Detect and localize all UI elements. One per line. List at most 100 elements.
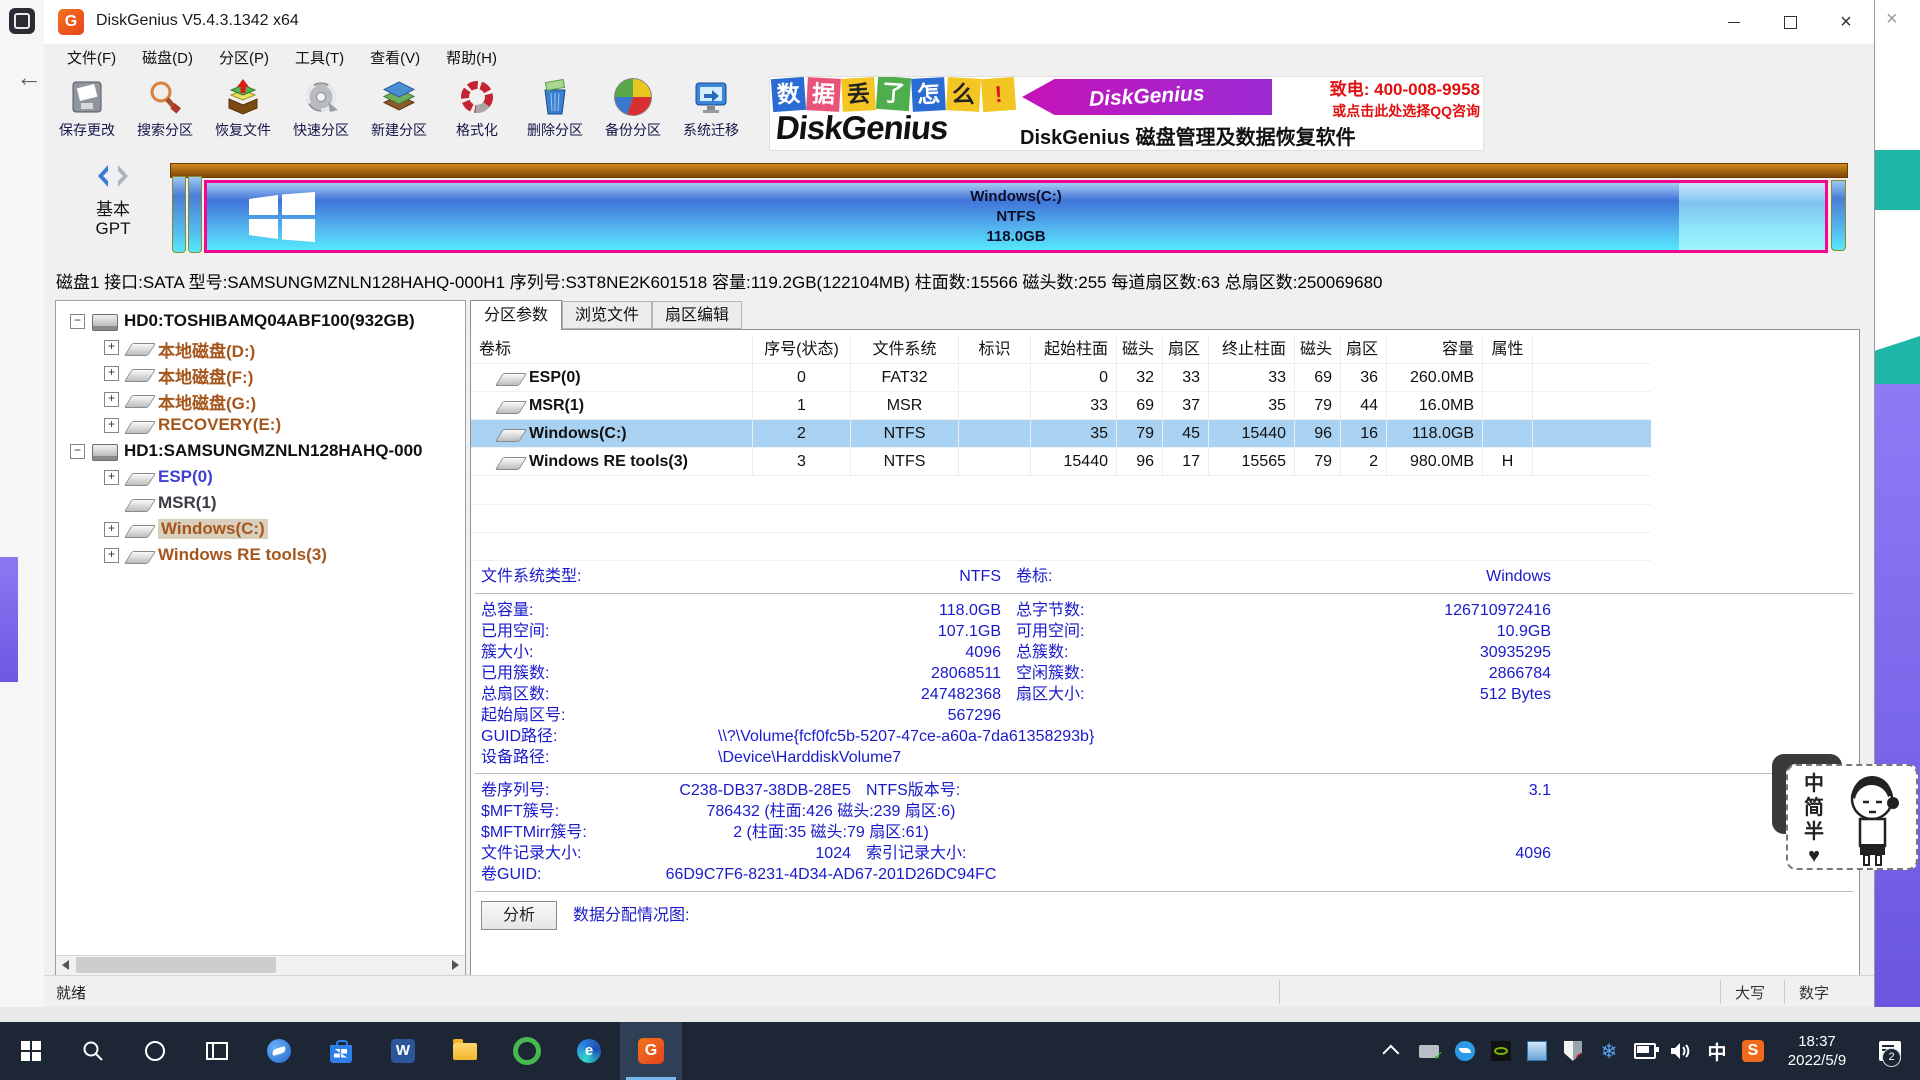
close-button[interactable]: ×	[1818, 0, 1874, 44]
tree-item-recovery-e[interactable]: + RECOVERY(E:)	[56, 413, 465, 439]
col-header[interactable]: 标识	[959, 336, 1031, 364]
ime-heart-icon[interactable]: ♥	[1802, 844, 1826, 868]
partition-block-windows-c[interactable]: Windows(C:) NTFS 118.0GB	[204, 180, 1828, 253]
menu-disk[interactable]: 磁盘(D)	[129, 44, 206, 74]
table-row-msr[interactable]: MSR(1) 1 MSR 33 69 37 35 79 44 16.0MB	[471, 392, 1651, 420]
expand-icon[interactable]: +	[104, 548, 119, 563]
tree-item-label[interactable]: Windows RE tools(3)	[158, 545, 327, 565]
partition-block-re-tools[interactable]	[1831, 180, 1846, 251]
tab-sector-edit[interactable]: 扇区编辑	[652, 301, 742, 329]
recover-files-button[interactable]: 恢复文件	[204, 74, 282, 150]
tree-item-label[interactable]: HD0:TOSHIBAMQ04ABF100(932GB)	[124, 311, 415, 331]
tray-freeze-tool[interactable]: ❄	[1598, 1022, 1620, 1080]
tree-horizontal-scrollbar[interactable]	[56, 955, 465, 975]
tree-item-windows-re[interactable]: + Windows RE tools(3)	[56, 543, 465, 569]
taskbar-search-button[interactable]	[62, 1022, 124, 1080]
ime-simplified-label[interactable]: 简	[1802, 796, 1826, 820]
menu-view[interactable]: 查看(V)	[357, 44, 433, 74]
expand-icon[interactable]: +	[104, 392, 119, 407]
col-header[interactable]: 扇区	[1341, 336, 1387, 364]
menu-help[interactable]: 帮助(H)	[433, 44, 510, 74]
col-header[interactable]: 容量	[1387, 336, 1483, 364]
notification-center-button[interactable]: 2	[1870, 1022, 1910, 1080]
ime-halfwidth-label[interactable]: 半	[1802, 820, 1826, 844]
system-migration-button[interactable]: 系统迁移	[672, 74, 750, 150]
expand-icon[interactable]: +	[104, 470, 119, 485]
col-header[interactable]: 序号(状态)	[753, 336, 851, 364]
tree-item-local-f[interactable]: + 本地磁盘(F:)	[56, 361, 465, 387]
pinned-app-browser[interactable]	[496, 1022, 558, 1080]
tray-nvidia[interactable]	[1490, 1022, 1512, 1080]
col-header[interactable]: 文件系统	[851, 336, 959, 364]
ime-chinese-label[interactable]: 中	[1802, 772, 1826, 796]
scroll-left-icon[interactable]	[56, 956, 75, 974]
backup-partition-button[interactable]: 备份分区	[594, 74, 672, 150]
expand-icon[interactable]: +	[104, 366, 119, 381]
table-row-windows-re[interactable]: Windows RE tools(3) 3 NTFS 15440 96 17 1…	[471, 448, 1651, 476]
table-row-windows-c-selected[interactable]: Windows(C:) 2 NTFS 35 79 45 15440 96 16 …	[471, 420, 1651, 448]
tray-expand-button[interactable]	[1382, 1022, 1404, 1080]
analyze-button[interactable]: 分析	[481, 901, 557, 930]
col-header[interactable]: 属性	[1483, 336, 1533, 364]
ad-banner[interactable]: 数 据 丢 了 怎 么 ! DiskGenius DiskGenius 致电: …	[769, 76, 1484, 151]
pinned-app-edge[interactable]: e	[558, 1022, 620, 1080]
tree-item-esp[interactable]: + ESP(0)	[56, 465, 465, 491]
col-header[interactable]: 磁头	[1117, 336, 1163, 364]
tray-ime-indicator[interactable]: 中	[1706, 1022, 1728, 1080]
menu-partition[interactable]: 分区(P)	[206, 44, 282, 74]
scroll-right-icon[interactable]	[446, 956, 465, 974]
tree-item-label[interactable]: MSR(1)	[158, 493, 217, 513]
expand-icon[interactable]: +	[104, 340, 119, 355]
col-header[interactable]: 磁头	[1295, 336, 1341, 364]
col-header[interactable]: 终止柱面	[1209, 336, 1295, 364]
disk-nav-arrows-icon[interactable]	[92, 163, 138, 189]
tree-item-label[interactable]: 本地磁盘(F:)	[158, 363, 253, 388]
collapse-icon[interactable]: −	[70, 314, 85, 329]
tree-item-hd1[interactable]: − HD1:SAMSUNGMZNLN128HAHQ-000	[56, 439, 465, 465]
tab-browse-files[interactable]: 浏览文件	[562, 301, 652, 329]
taskbar-diskgenius-active[interactable]: G	[620, 1022, 682, 1080]
pinned-app-messenger[interactable]	[248, 1022, 310, 1080]
search-partition-button[interactable]: 搜索分区	[126, 74, 204, 150]
quick-partition-button[interactable]: 快速分区	[282, 74, 360, 150]
task-view-button[interactable]	[186, 1022, 248, 1080]
expand-icon[interactable]: +	[104, 522, 119, 537]
ime-mode-labels[interactable]: 中 简 半 ♥	[1802, 772, 1826, 868]
save-changes-button[interactable]: 保存更改	[48, 74, 126, 150]
ime-floating-panel[interactable]: 中 简 半 ♥	[1786, 764, 1918, 870]
collapse-icon[interactable]: −	[70, 444, 85, 459]
tray-power[interactable]	[1634, 1022, 1656, 1080]
tray-volume[interactable]	[1670, 1022, 1692, 1080]
col-header[interactable]: 起始柱面	[1031, 336, 1117, 364]
tree-item-label[interactable]: RECOVERY(E:)	[158, 415, 281, 435]
new-partition-button[interactable]: 新建分区	[360, 74, 438, 150]
taskbar-clock[interactable]: 18:37 2022/5/9	[1778, 1022, 1856, 1080]
tree-item-label[interactable]: 本地磁盘(G:)	[158, 389, 256, 414]
tree-item-windows-c[interactable]: + Windows(C:)	[56, 517, 465, 543]
back-arrow-icon[interactable]: ←	[16, 62, 42, 93]
cortana-button[interactable]	[124, 1022, 186, 1080]
maximize-button[interactable]	[1762, 0, 1818, 44]
tab-partition-params[interactable]: 分区参数	[470, 300, 562, 330]
format-button[interactable]: 格式化	[438, 74, 516, 150]
tray-printer[interactable]	[1418, 1022, 1440, 1080]
start-button[interactable]	[0, 1022, 62, 1080]
menu-tools[interactable]: 工具(T)	[282, 44, 357, 74]
tree-item-label[interactable]: HD1:SAMSUNGMZNLN128HAHQ-000	[124, 441, 423, 461]
tray-intel-graphics[interactable]	[1526, 1022, 1548, 1080]
delete-partition-button[interactable]: 删除分区	[516, 74, 594, 150]
tree-item-local-g[interactable]: + 本地磁盘(G:)	[56, 387, 465, 413]
minimize-button[interactable]	[1706, 0, 1762, 44]
tray-security[interactable]	[1562, 1022, 1584, 1080]
tree-item-hd0[interactable]: − HD0:TOSHIBAMQ04ABF100(932GB)	[56, 309, 465, 335]
pinned-app-store[interactable]	[310, 1022, 372, 1080]
menu-file[interactable]: 文件(F)	[54, 44, 129, 74]
pinned-app-word[interactable]: W	[372, 1022, 434, 1080]
col-header[interactable]: 卷标	[471, 336, 753, 364]
partition-block-msr[interactable]	[188, 176, 202, 253]
tray-messenger[interactable]	[1454, 1022, 1476, 1080]
partition-block-esp[interactable]	[172, 176, 186, 253]
pinned-app-explorer[interactable]	[434, 1022, 496, 1080]
table-row-esp[interactable]: ESP(0) 0 FAT32 0 32 33 33 69 36 260.0MB	[471, 364, 1651, 392]
tray-sogou[interactable]: S	[1742, 1022, 1764, 1080]
